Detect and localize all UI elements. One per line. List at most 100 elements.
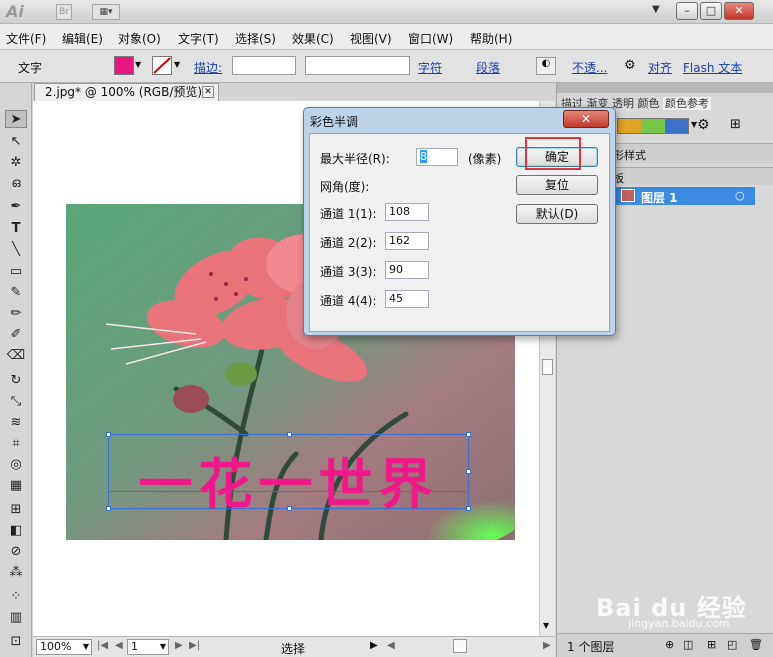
- bbox-handle[interactable]: [287, 432, 292, 437]
- maximize-button[interactable]: □: [700, 2, 722, 20]
- magic-wand-tool-icon[interactable]: ✲: [5, 154, 27, 172]
- layer-row[interactable]: 图层 1 ○: [615, 187, 755, 205]
- scale-tool-icon[interactable]: ⤡: [5, 393, 27, 411]
- rotate-tool-icon[interactable]: ↻: [5, 372, 27, 390]
- scroll-right-icon[interactable]: ▶: [543, 640, 551, 651]
- zoom-select[interactable]: 100% ▼: [36, 639, 92, 655]
- default-button[interactable]: 默认(D): [516, 204, 598, 224]
- gradient-tool-icon[interactable]: ◧: [5, 522, 27, 540]
- menu-file[interactable]: 文件(F): [6, 30, 46, 47]
- perspective-grid-tool-icon[interactable]: ▦: [5, 477, 27, 495]
- stroke-link[interactable]: 描边:: [194, 59, 222, 76]
- direct-selection-tool-icon[interactable]: ↖: [5, 133, 27, 151]
- pen-tool-icon[interactable]: ✒: [5, 198, 27, 216]
- close-window-button[interactable]: ✕: [724, 2, 754, 20]
- bbox-handle[interactable]: [466, 469, 471, 474]
- selection-tool-icon[interactable]: ➤: [5, 110, 27, 128]
- scrollbar-thumb[interactable]: [542, 359, 553, 375]
- shape-builder-tool-icon[interactable]: ◎: [5, 456, 27, 474]
- locate-object-icon[interactable]: ⊕: [665, 638, 674, 651]
- blend-tool-icon[interactable]: ⁂: [5, 564, 27, 582]
- menu-edit[interactable]: 编辑(E): [62, 30, 103, 47]
- channel-3-input[interactable]: 90: [385, 261, 429, 279]
- bbox-handle[interactable]: [466, 506, 471, 511]
- workspace-dropdown-icon[interactable]: ▼: [652, 4, 660, 15]
- bbox-handle[interactable]: [287, 506, 292, 511]
- fill-dropdown-icon[interactable]: ▼: [135, 60, 141, 69]
- dialog-close-button[interactable]: ✕: [563, 110, 609, 128]
- menu-help[interactable]: 帮助(H): [470, 30, 512, 47]
- make-clipping-mask-icon[interactable]: ◫: [683, 638, 693, 651]
- recolor-icon[interactable]: ⚙: [697, 117, 710, 133]
- tab-color-guide[interactable]: 颜色参考: [663, 97, 711, 110]
- text-bounding-box[interactable]: 一花一世界: [106, 432, 471, 512]
- new-layer-icon[interactable]: ◰: [727, 638, 737, 651]
- pencil-tool-icon[interactable]: ✏: [5, 305, 27, 323]
- layer-name[interactable]: 图层 1: [641, 189, 678, 206]
- variable-width-profile-select[interactable]: [305, 56, 410, 75]
- eyedropper-tool-icon[interactable]: ⊘: [5, 543, 27, 561]
- stroke-color-swatch[interactable]: [152, 56, 172, 75]
- align-link[interactable]: 对齐: [648, 59, 672, 76]
- last-artboard-icon[interactable]: ▶|: [189, 640, 200, 651]
- blob-brush-tool-icon[interactable]: ✐: [5, 326, 27, 344]
- lasso-tool-icon[interactable]: ഒ: [5, 175, 27, 193]
- menu-select[interactable]: 选择(S): [235, 30, 276, 47]
- menu-object[interactable]: 对象(O): [118, 30, 161, 47]
- type-tool-icon[interactable]: T: [5, 220, 27, 238]
- artboard-tool-icon[interactable]: ⊡: [5, 633, 27, 651]
- warp-tool-icon[interactable]: ≋: [5, 414, 27, 432]
- channel-4-input[interactable]: 45: [385, 290, 429, 308]
- bbox-handle[interactable]: [466, 432, 471, 437]
- layer-target-icon[interactable]: ○: [735, 189, 745, 202]
- first-artboard-icon[interactable]: |◀: [97, 640, 108, 651]
- next-artboard-icon[interactable]: ▶: [175, 640, 183, 651]
- menu-view[interactable]: 视图(V): [350, 30, 392, 47]
- scroll-down-icon[interactable]: ▼: [543, 621, 549, 630]
- scroll-left-icon[interactable]: ◀: [387, 640, 395, 651]
- rectangle-tool-icon[interactable]: ▭: [5, 263, 27, 281]
- artboard-number-select[interactable]: 1 ▼: [127, 639, 169, 655]
- bbox-handle[interactable]: [106, 506, 111, 511]
- horizontal-scroll-thumb[interactable]: [453, 639, 467, 653]
- recolor-artwork-icon[interactable]: ◐: [536, 57, 556, 75]
- max-radius-input[interactable]: 8: [416, 148, 458, 166]
- close-document-icon[interactable]: ✕: [202, 86, 214, 98]
- color-guide-swatches[interactable]: [617, 118, 689, 134]
- paragraph-panel-link[interactable]: 段落: [476, 59, 500, 76]
- character-panel-link[interactable]: 字符: [418, 59, 442, 76]
- status-menu-icon[interactable]: ▶: [370, 640, 378, 651]
- tab-transparency[interactable]: 透明: [612, 97, 634, 110]
- menu-effect[interactable]: 效果(C): [292, 30, 334, 47]
- paintbrush-tool-icon[interactable]: ✎: [5, 284, 27, 302]
- flash-text-link[interactable]: Flash 文本: [683, 59, 742, 76]
- prev-artboard-icon[interactable]: ◀: [115, 640, 123, 651]
- menu-type[interactable]: 文字(T): [178, 30, 219, 47]
- free-transform-tool-icon[interactable]: ⌗: [5, 435, 27, 453]
- stroke-weight-input[interactable]: [232, 56, 296, 75]
- eraser-tool-icon[interactable]: ⌫: [5, 347, 27, 365]
- document-tab[interactable]: 2.jpg* @ 100% (RGB/预览) ✕: [34, 83, 219, 101]
- column-graph-tool-icon[interactable]: ▥: [5, 609, 27, 627]
- bbox-handle[interactable]: [106, 432, 111, 437]
- opacity-link[interactable]: 不透...: [572, 59, 607, 76]
- reset-button[interactable]: 复位: [516, 175, 598, 195]
- new-sublayer-icon[interactable]: ⊞: [707, 638, 716, 651]
- symbol-sprayer-tool-icon[interactable]: ⁘: [5, 588, 27, 606]
- trash-icon[interactable]: 🗑: [749, 638, 763, 651]
- gear-icon[interactable]: ⚙: [624, 58, 636, 73]
- channel-2-input[interactable]: 162: [385, 232, 429, 250]
- arrange-documents-button[interactable]: ▦▾: [92, 4, 120, 20]
- bridge-button[interactable]: Br: [56, 4, 72, 20]
- channel-1-input[interactable]: 108: [385, 203, 429, 221]
- menu-window[interactable]: 窗口(W): [408, 30, 453, 47]
- save-colors-icon[interactable]: ⊞: [730, 117, 741, 132]
- minimize-button[interactable]: –: [676, 2, 698, 20]
- line-tool-icon[interactable]: ╲: [5, 241, 27, 259]
- tab-color[interactable]: 颜色: [638, 97, 660, 110]
- graphic-styles-tab[interactable]: 形样式: [613, 147, 646, 163]
- fill-color-swatch[interactable]: [114, 56, 134, 75]
- stroke-dropdown-icon[interactable]: ▼: [174, 60, 180, 69]
- mesh-tool-icon[interactable]: ⊞: [5, 501, 27, 519]
- status-bar: 100% ▼ |◀ ◀ 1 ▼ ▶ ▶| 选择 ▶ ◀ ▶: [33, 636, 555, 657]
